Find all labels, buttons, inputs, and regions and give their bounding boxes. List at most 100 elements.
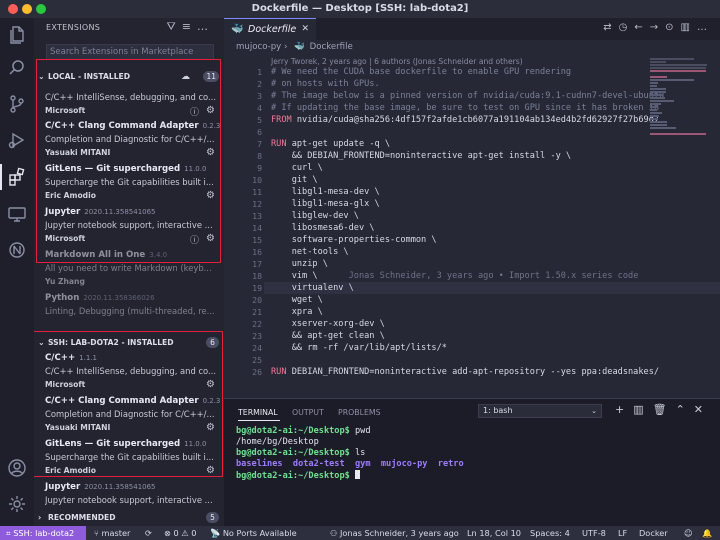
ssh-ext-clang[interactable]: C/C++ Clang Command Adapter 0.2.3 Complet… <box>34 393 224 440</box>
more-actions-icon[interactable]: … <box>697 22 714 33</box>
gear-icon[interactable]: ⚙ <box>206 147 215 158</box>
gear-icon[interactable]: ⚙ <box>206 233 215 244</box>
terminal-line[interactable]: bg@dota2-ai:~/Desktop$ ls <box>236 448 365 458</box>
local-ext-markdown[interactable]: Markdown All in One 3.4.0 All you need to… <box>34 247 224 294</box>
code-line[interactable]: # The image below is a pinned version of… <box>271 91 664 101</box>
close-tab-icon[interactable]: ✕ <box>301 24 309 34</box>
notifications-icon[interactable]: 🔔 <box>702 526 712 540</box>
breadcrumb-file[interactable]: Dockerfile <box>310 42 353 52</box>
end-of-line[interactable]: LF <box>618 526 627 540</box>
code-line[interactable]: xpra \ <box>271 307 323 317</box>
filter-icon[interactable]: ⛛ <box>167 20 182 33</box>
docker-icon[interactable] <box>7 240 27 260</box>
codelens-blame[interactable]: Jerry Tworek, 2 years ago | 6 authors (J… <box>271 57 523 66</box>
ssh-ext-gitlens[interactable]: GitLens — Git supercharged 11.0.0 Superch… <box>34 436 224 483</box>
code-line[interactable]: git \ <box>271 175 318 185</box>
feedback-icon[interactable]: ☺ <box>684 526 693 540</box>
local-ext-clang[interactable]: C/C++ Clang Command Adapter 0.2.3 Complet… <box>34 118 224 165</box>
split-terminal-icon[interactable]: ▥ <box>633 403 652 416</box>
code-line[interactable]: xserver-xorg-dev \ <box>271 319 385 329</box>
code-line[interactable]: curl \ <box>271 163 323 173</box>
info-icon[interactable]: ⓘ <box>190 105 199 118</box>
code-line[interactable]: libgl1-mesa-dev \ <box>271 187 380 197</box>
zoom-window-button[interactable] <box>36 4 46 14</box>
settings-gear-icon[interactable] <box>7 494 27 514</box>
ssh-ext-cpp[interactable]: C/C++ 1.1.1 C/C++ IntelliSense, debugging… <box>34 350 224 397</box>
remote-indicator[interactable]: ⌗ SSH: lab-dota2 <box>0 526 86 540</box>
code-line[interactable]: FROM nvidia/cuda@sha256:4df157f2afde1cb6… <box>271 115 659 125</box>
files-icon[interactable] <box>7 24 27 44</box>
gear-icon[interactable]: ⚙ <box>206 190 215 201</box>
gear-icon[interactable]: ⚙ <box>206 422 215 433</box>
blame-status[interactable]: ⚇ Jonas Schneider, 3 years ago <box>330 526 459 540</box>
terminal-line[interactable]: /home/bg/Desktop <box>236 437 319 447</box>
minimize-window-button[interactable] <box>22 4 32 14</box>
ssh-installed-header[interactable]: ⌄ SSH: LAB-DOTA2 - INSTALLED 6 <box>34 335 224 350</box>
terminal-shell-select[interactable]: 1: bash ⌄ <box>478 404 602 418</box>
branch-indicator[interactable]: ⑂ master <box>94 526 130 540</box>
terminal-line[interactable]: bg@dota2-ai:~/Desktop$ pwd <box>236 426 371 436</box>
tab-output[interactable]: OUTPUT <box>292 408 324 417</box>
code-line[interactable]: wget \ <box>271 295 323 305</box>
blame-icon[interactable]: ⊙ <box>665 22 680 33</box>
terminal-line[interactable]: bg@dota2-ai:~/Desktop$ <box>236 470 361 481</box>
chevron-up-icon[interactable]: ⌃ <box>676 403 694 416</box>
code-line[interactable]: RUN DEBIAN_FRONTEND=noninteractive add-a… <box>271 367 659 377</box>
trash-icon[interactable]: 🗑 <box>653 403 676 416</box>
gear-icon[interactable]: ⚙ <box>206 105 215 116</box>
language-mode[interactable]: Docker <box>639 526 668 540</box>
gear-icon[interactable]: ⚙ <box>206 379 215 390</box>
indentation[interactable]: Spaces: 4 <box>530 526 570 540</box>
encoding[interactable]: UTF-8 <box>582 526 606 540</box>
run-debug-icon[interactable] <box>7 130 27 150</box>
code-line[interactable]: && apt-get clean \ <box>271 331 385 341</box>
ports-indicator[interactable]: 📡 No Ports Available <box>210 526 297 540</box>
minimap[interactable] <box>648 54 710 398</box>
code-line[interactable]: libosmesa6-dev \ <box>271 223 375 233</box>
gear-icon[interactable]: ⚙ <box>206 465 215 476</box>
local-ext-python[interactable]: Python 2020.11.358366026 Linting, Debuggi… <box>34 290 224 337</box>
code-line[interactable]: && rm -rf /var/lib/apt/lists/* <box>271 343 447 353</box>
code-line[interactable]: # on hosts with GPUs. <box>271 79 380 89</box>
remote-explorer-icon[interactable] <box>7 204 27 224</box>
extensions-icon[interactable] <box>7 167 27 187</box>
recommended-header[interactable]: › RECOMMENDED 5 <box>34 510 224 525</box>
local-ext-cpp[interactable]: C/C++ IntelliSense, debugging, and co...… <box>34 76 224 123</box>
sync-icon[interactable]: ⟳ <box>145 526 152 540</box>
cursor-position[interactable]: Ln 18, Col 10 <box>467 526 521 540</box>
git-history-icon[interactable]: ◷ <box>619 22 635 33</box>
tab-problems[interactable]: PROBLEMS <box>338 408 381 417</box>
code-line[interactable]: RUN apt-get update -q \ <box>271 139 390 149</box>
split-editor-icon[interactable]: ▥ <box>681 22 697 33</box>
source-control-icon[interactable] <box>7 94 27 114</box>
close-window-button[interactable] <box>8 4 18 14</box>
code-line[interactable]: && DEBIAN_FRONTEND=noninteractive apt-ge… <box>271 151 571 161</box>
code-line[interactable]: net-tools \ <box>271 247 349 257</box>
problems-indicator[interactable]: ⊗ 0 ⚠ 0 <box>164 526 196 540</box>
extension-search-input[interactable]: Search Extensions in Marketplace <box>46 44 214 60</box>
code-line[interactable]: libgl1-mesa-glx \ <box>271 199 380 209</box>
terminal-line[interactable]: baselines dota2-test gym mujoco-py retro <box>236 459 464 469</box>
code-line[interactable]: software-properties-common \ <box>271 235 437 245</box>
previous-change-icon[interactable]: ← <box>634 22 649 33</box>
code-line[interactable]: # We need the CUDA base dockerfile to en… <box>271 67 571 77</box>
code-line[interactable]: # If updating the base image, be sure to… <box>271 103 659 113</box>
tab-dockerfile[interactable]: 🐳 Dockerfile ✕ <box>224 18 316 40</box>
info-icon[interactable]: ⓘ <box>190 233 199 246</box>
close-panel-icon[interactable]: ✕ <box>694 403 712 416</box>
next-change-icon[interactable]: → <box>650 22 665 33</box>
account-icon[interactable] <box>7 458 27 478</box>
code-editor[interactable]: Jerry Tworek, 2 years ago | 6 authors (J… <box>224 54 720 398</box>
code-line[interactable]: vim \ Jonas Schneider, 3 years ago • Imp… <box>271 271 639 281</box>
search-icon[interactable] <box>7 58 27 78</box>
code-line[interactable]: virtualenv \ <box>271 283 354 293</box>
new-terminal-icon[interactable]: + <box>615 403 633 416</box>
code-line[interactable]: unzip \ <box>271 259 328 269</box>
code-line[interactable]: libglew-dev \ <box>271 211 359 221</box>
breadcrumb-folder[interactable]: mujoco-py <box>236 42 281 52</box>
local-ext-jupyter[interactable]: Jupyter 2020.11.358541065 Jupyter noteboo… <box>34 204 224 251</box>
local-ext-gitlens[interactable]: GitLens — Git supercharged 11.0.0 Superch… <box>34 161 224 208</box>
clear-list-icon[interactable]: ≡ <box>182 20 197 33</box>
tab-terminal[interactable]: TERMINAL <box>238 408 278 417</box>
compare-changes-icon[interactable]: ⇄ <box>603 22 618 33</box>
